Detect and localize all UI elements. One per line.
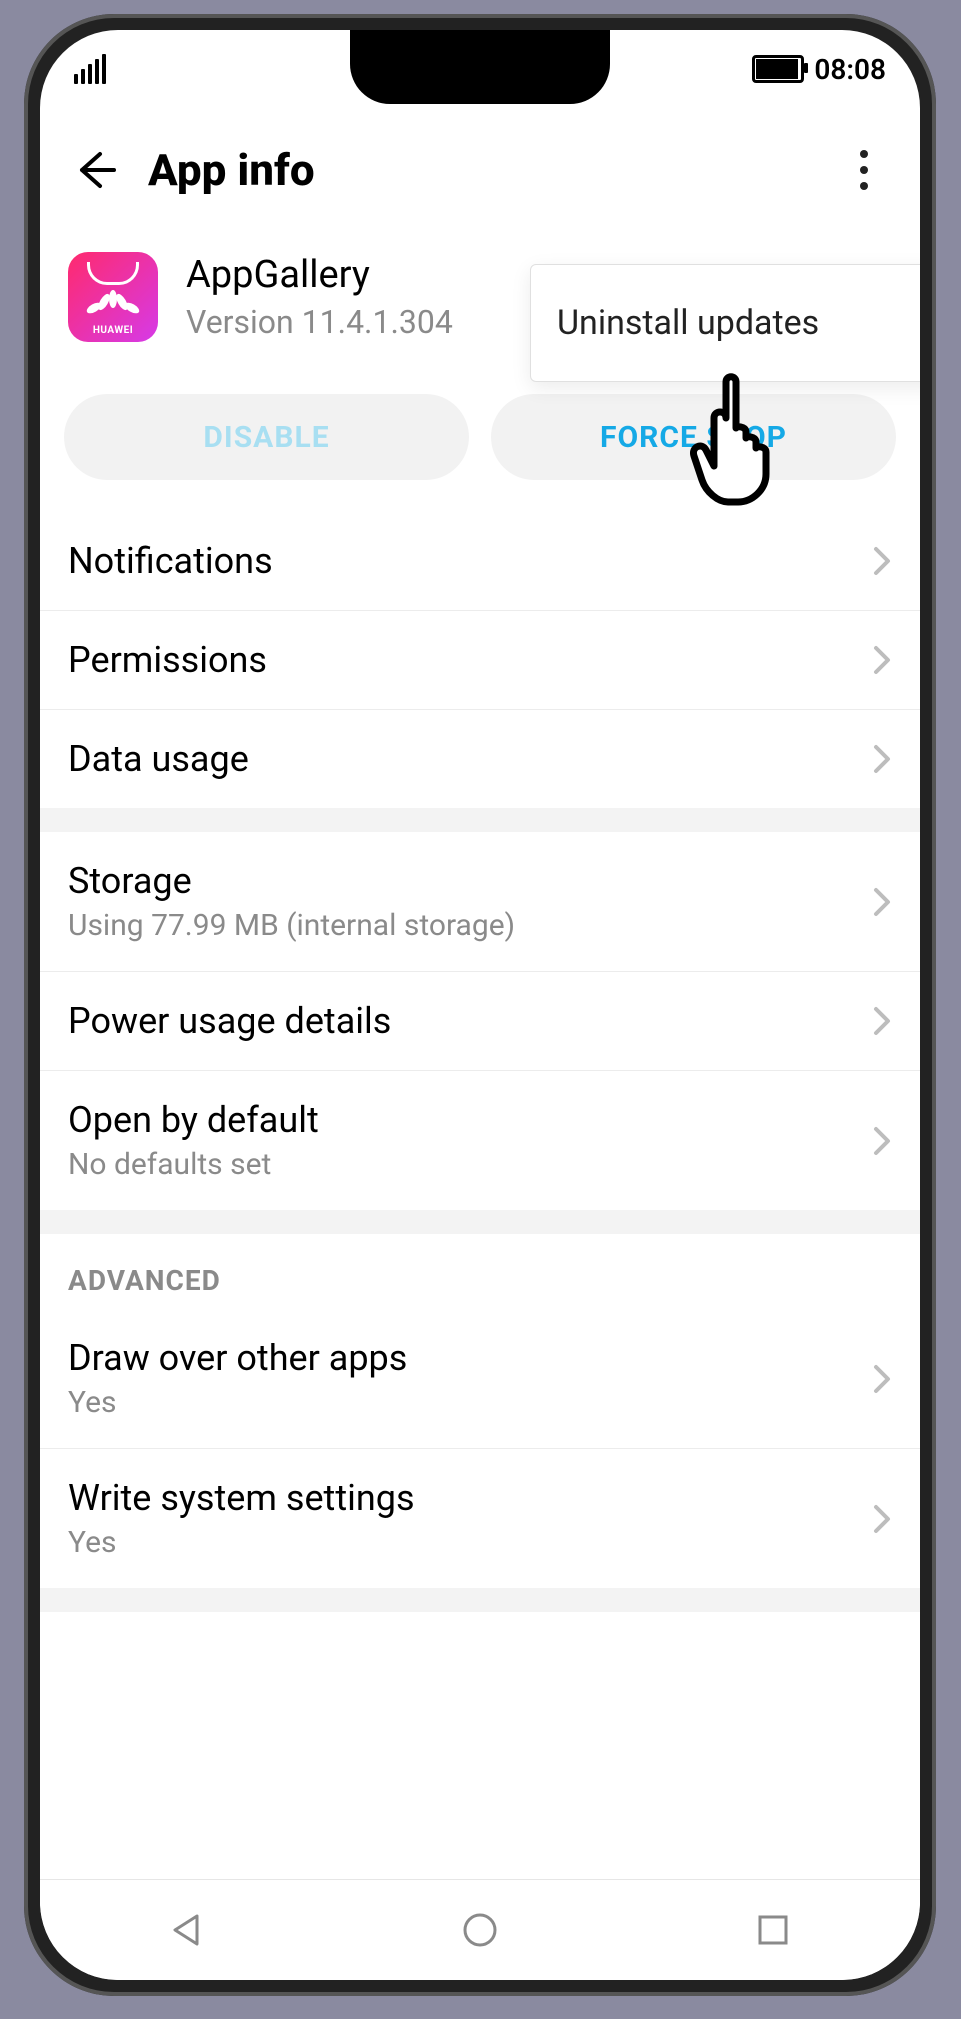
app-icon: HUAWEI	[68, 252, 158, 342]
app-icon-brand-text: HUAWEI	[93, 325, 133, 336]
phone-screen: 08:08 App info	[40, 30, 920, 1980]
settings-list: Notifications Permissions Data usage	[40, 512, 920, 1620]
section-divider	[40, 808, 920, 832]
display-notch	[350, 30, 610, 104]
chevron-right-icon	[872, 1125, 892, 1157]
row-label: Notifications	[68, 540, 872, 582]
action-buttons: DISABLE FORCE STOP	[40, 366, 920, 512]
chevron-right-icon	[872, 1503, 892, 1535]
chevron-right-icon	[872, 545, 892, 577]
chevron-right-icon	[872, 886, 892, 918]
menu-item-label: Uninstall updates	[557, 303, 819, 343]
row-data-usage[interactable]: Data usage	[40, 710, 920, 808]
section-header-advanced: ADVANCED	[40, 1234, 920, 1309]
triangle-back-icon	[167, 1910, 207, 1950]
circle-home-icon	[460, 1910, 500, 1950]
menu-item-uninstall-updates[interactable]: Uninstall updates	[530, 264, 920, 382]
row-label: Draw over other apps	[68, 1337, 872, 1379]
row-label: Write system settings	[68, 1477, 872, 1519]
square-recents-icon	[753, 1910, 793, 1950]
row-subtitle: No defaults set	[68, 1147, 872, 1182]
row-subtitle: Yes	[68, 1525, 872, 1560]
row-permissions[interactable]: Permissions	[40, 611, 920, 710]
row-storage[interactable]: Storage Using 77.99 MB (internal storage…	[40, 832, 920, 972]
row-label: Open by default	[68, 1099, 872, 1141]
phone-frame: 08:08 App info	[24, 14, 936, 1996]
arrow-left-icon	[74, 148, 118, 192]
row-notifications[interactable]: Notifications	[40, 512, 920, 611]
row-draw-over-apps[interactable]: Draw over other apps Yes	[40, 1309, 920, 1449]
nav-back-button[interactable]	[147, 1900, 227, 1960]
row-subtitle: Using 77.99 MB (internal storage)	[68, 908, 872, 943]
huawei-petals-icon	[84, 286, 142, 316]
overflow-menu-button[interactable]	[836, 142, 892, 198]
row-label: Permissions	[68, 639, 872, 681]
row-subtitle: Yes	[68, 1385, 872, 1420]
nav-recents-button[interactable]	[733, 1900, 813, 1960]
back-button[interactable]	[68, 142, 124, 198]
row-label: Power usage details	[68, 1000, 872, 1042]
row-label: Storage	[68, 860, 872, 902]
section-divider	[40, 1588, 920, 1612]
status-time: 08:08	[814, 53, 886, 86]
battery-icon	[752, 55, 804, 83]
app-bar: App info	[40, 108, 920, 228]
nav-home-button[interactable]	[440, 1900, 520, 1960]
chevron-right-icon	[872, 1005, 892, 1037]
app-version: Version 11.4.1.304	[186, 303, 453, 341]
row-power-usage[interactable]: Power usage details	[40, 972, 920, 1071]
system-nav-bar	[40, 1879, 920, 1980]
disable-button[interactable]: DISABLE	[64, 394, 469, 480]
chevron-right-icon	[872, 743, 892, 775]
app-name: AppGallery	[186, 253, 453, 297]
page-title: App info	[148, 144, 836, 196]
row-open-by-default[interactable]: Open by default No defaults set	[40, 1071, 920, 1210]
section-divider	[40, 1210, 920, 1234]
signal-icon	[74, 54, 106, 84]
row-label: Data usage	[68, 738, 872, 780]
force-stop-button[interactable]: FORCE STOP	[491, 394, 896, 480]
chevron-right-icon	[872, 644, 892, 676]
chevron-right-icon	[872, 1363, 892, 1395]
row-write-system-settings[interactable]: Write system settings Yes	[40, 1449, 920, 1588]
